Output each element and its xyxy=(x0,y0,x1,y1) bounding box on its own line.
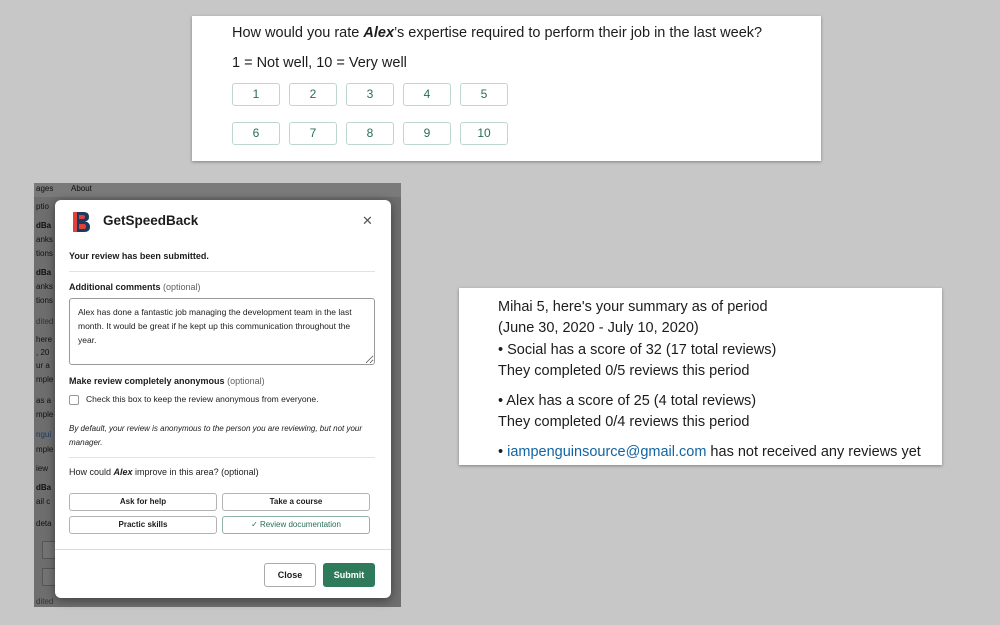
close-icon[interactable]: ✕ xyxy=(362,213,373,229)
summary-card: Mihai 5, here's your summary as of perio… xyxy=(459,288,942,465)
anonymous-checkbox[interactable] xyxy=(69,395,79,405)
background-fragment: as a xyxy=(36,396,52,405)
background-fragment: deta xyxy=(36,519,52,528)
background-fragment: , 20 xyxy=(36,348,50,357)
anonymous-checkbox-text: Check this box to keep the review anonym… xyxy=(86,394,319,404)
background-fragment: iew xyxy=(36,464,49,473)
background-fragment: tions xyxy=(36,249,53,258)
rating-button-9[interactable]: 9 xyxy=(403,122,451,145)
summary-alex-score: • Alex has a score of 25 (4 total review… xyxy=(498,393,757,409)
summary-social-score: • Social has a score of 32 (17 total rev… xyxy=(498,342,777,358)
background-fragment: tions xyxy=(36,296,53,305)
suggestion-practice-skills[interactable]: Practic skills xyxy=(69,516,217,534)
rating-button-8[interactable]: 8 xyxy=(346,122,394,145)
email-link[interactable]: iampenguinsource@gmail.com xyxy=(507,444,706,460)
anonymity-note: By default, your review is anonymous to … xyxy=(69,424,363,447)
anonymous-label: Make review completely anonymous (option… xyxy=(69,376,265,386)
background-fragment: ur a xyxy=(36,361,50,370)
submitted-message: Your review has been submitted. xyxy=(69,251,209,261)
background-fragment: dBa xyxy=(36,221,52,230)
background-tab-pages: ages xyxy=(36,184,54,193)
background-fragment: mple xyxy=(36,375,54,384)
background-fragment: dBa xyxy=(36,268,52,277)
rating-button-4[interactable]: 4 xyxy=(403,83,451,106)
background-fragment: dited xyxy=(36,597,54,606)
background-fragment: mple xyxy=(36,445,54,454)
summary-alex-completed: They completed 0/4 reviews this period xyxy=(498,414,750,430)
background-fragment: ail c xyxy=(36,497,51,506)
comments-label: Additional comments (optional) xyxy=(69,282,201,292)
background-fragment: dited xyxy=(36,317,54,326)
rating-scale-legend: 1 = Not well, 10 = Very well xyxy=(232,55,407,71)
background-fragment: anks xyxy=(36,235,53,244)
background-fragment: dBa xyxy=(36,483,52,492)
getspeedback-logo-icon xyxy=(73,212,90,232)
summary-period: (June 30, 2020 - July 10, 2020) xyxy=(498,320,699,336)
background-fragment: anks xyxy=(36,282,53,291)
footer-divider xyxy=(55,549,391,550)
divider xyxy=(69,271,375,272)
summary-heading: Mihai 5, here's your summary as of perio… xyxy=(498,299,768,315)
rating-button-7[interactable]: 7 xyxy=(289,122,337,145)
suggestion-review-documentation[interactable]: ✓ Review documentation xyxy=(222,516,370,534)
rating-question-card: How would you rate Alex’s expertise requ… xyxy=(192,16,821,161)
rating-button-3[interactable]: 3 xyxy=(346,83,394,106)
rating-button-6[interactable]: 6 xyxy=(232,122,280,145)
close-button[interactable]: Close xyxy=(264,563,316,587)
review-modal: GetSpeedBack ✕ Your review has been subm… xyxy=(55,200,391,598)
background-fragment: ptio xyxy=(36,202,49,211)
rating-button-5[interactable]: 5 xyxy=(460,83,508,106)
background-fragment: mple xyxy=(36,410,54,419)
rating-button-2[interactable]: 2 xyxy=(289,83,337,106)
background-fragment: here xyxy=(36,335,53,344)
summary-social-completed: They completed 0/5 reviews this period xyxy=(498,363,750,379)
suggestion-ask-for-help[interactable]: Ask for help xyxy=(69,493,217,511)
suggestion-take-a-course[interactable]: Take a course xyxy=(222,493,370,511)
rating-button-10[interactable]: 10 xyxy=(460,122,508,145)
rating-question: How would you rate Alex’s expertise requ… xyxy=(232,25,763,41)
submit-button[interactable]: Submit xyxy=(323,563,375,587)
modal-title: GetSpeedBack xyxy=(103,213,199,228)
summary-email-line: • iampenguinsource@gmail.com has not rec… xyxy=(498,444,921,460)
divider xyxy=(69,457,375,458)
background-tab-about: About xyxy=(71,184,92,193)
improve-question: How could Alex improve in this area? (op… xyxy=(69,467,259,477)
comments-textarea[interactable]: Alex has done a fantastic job managing t… xyxy=(69,298,375,365)
background-fragment: ngui xyxy=(36,430,52,439)
rating-button-1[interactable]: 1 xyxy=(232,83,280,106)
